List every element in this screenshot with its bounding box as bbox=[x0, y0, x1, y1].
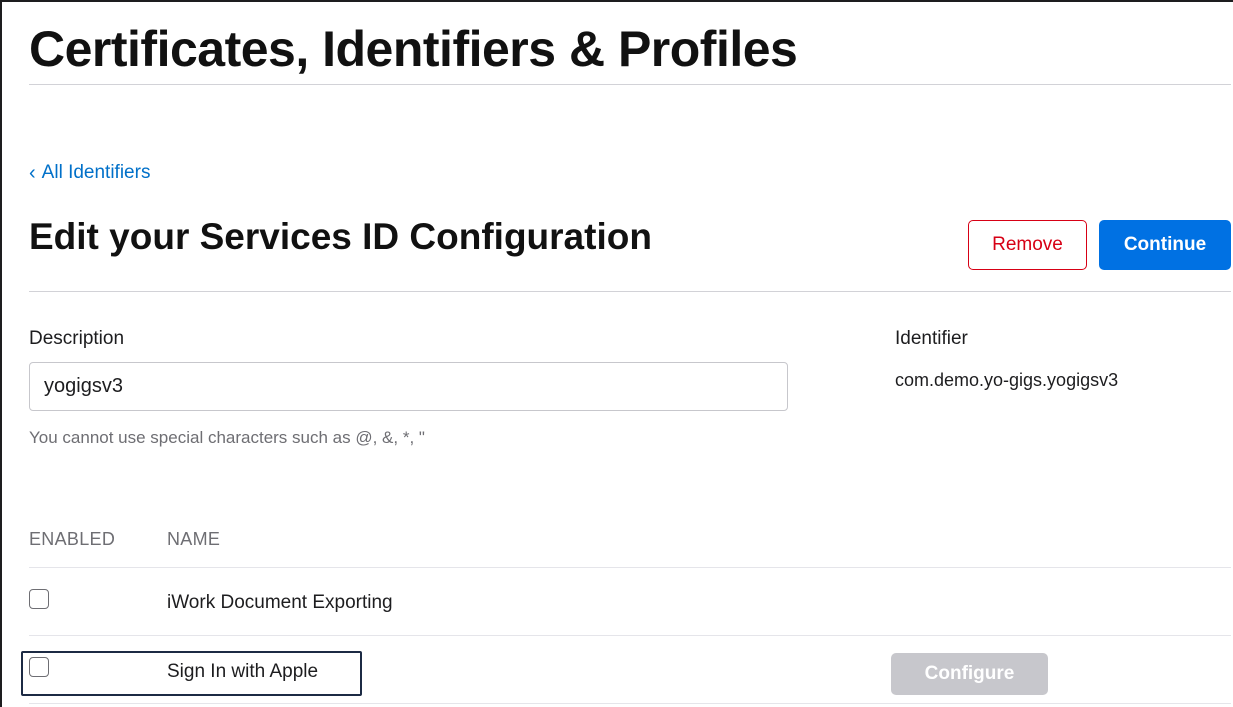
back-link-label: All Identifiers bbox=[41, 162, 151, 183]
configure-button[interactable]: Configure bbox=[891, 653, 1048, 695]
remove-button[interactable]: Remove bbox=[968, 220, 1087, 270]
capability-row-iwork: iWork Document Exporting bbox=[29, 568, 1231, 636]
column-header-name: NAME bbox=[167, 529, 221, 549]
description-label: Description bbox=[29, 328, 125, 349]
capability-name: Sign In with Apple bbox=[167, 661, 319, 682]
page-title: Certificates, Identifiers & Profiles bbox=[29, 21, 798, 77]
enabled-checkbox-sign-in-with-apple[interactable] bbox=[29, 657, 49, 677]
description-hint: You cannot use special characters such a… bbox=[29, 428, 425, 447]
identifier-value: com.demo.yo-gigs.yogigsv3 bbox=[895, 370, 1119, 390]
identifier-label: Identifier bbox=[895, 328, 968, 349]
chevron-left-icon: ‹ bbox=[29, 162, 36, 184]
page: Certificates, Identifiers & Profiles ‹ A… bbox=[21, 2, 1231, 707]
section-divider bbox=[29, 291, 1231, 292]
row-divider bbox=[29, 703, 1231, 704]
back-link-all-identifiers[interactable]: ‹ All Identifiers bbox=[29, 162, 150, 184]
continue-button[interactable]: Continue bbox=[1099, 220, 1231, 270]
enabled-checkbox-iwork[interactable] bbox=[29, 589, 49, 609]
capability-name: iWork Document Exporting bbox=[167, 592, 393, 613]
section-title: Edit your Services ID Configuration bbox=[29, 216, 652, 257]
title-divider bbox=[29, 84, 1231, 85]
column-header-enabled: ENABLED bbox=[29, 529, 116, 549]
description-input[interactable] bbox=[29, 362, 788, 411]
capability-row-sign-in-with-apple: Sign In with Apple Configure bbox=[21, 636, 1231, 704]
